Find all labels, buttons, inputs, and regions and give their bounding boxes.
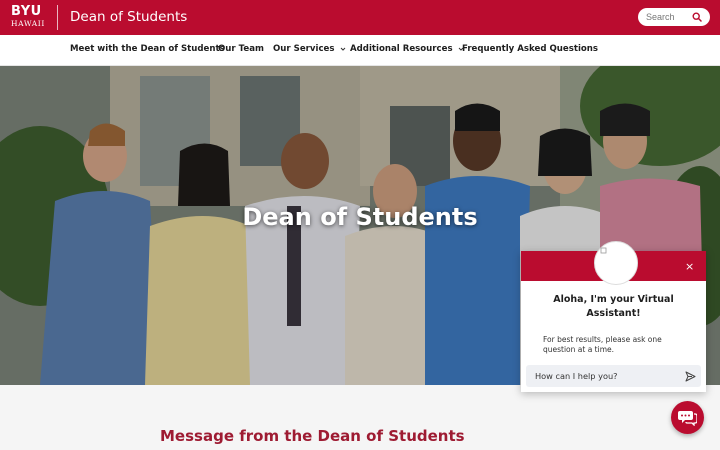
hero-title: Dean of Students	[242, 203, 478, 231]
logo-line1: BYU	[11, 4, 42, 19]
site-title[interactable]: Dean of Students	[70, 9, 187, 25]
logo-line2: HAWAII	[11, 19, 45, 28]
search-input[interactable]	[646, 10, 690, 24]
chat-greeting: Aloha, I'm your Virtual Assistant!	[553, 294, 674, 319]
search-icon[interactable]	[692, 12, 702, 22]
nav-item-label: Meet with the Dean of Students	[70, 44, 225, 54]
nav-item-additional-resources[interactable]: Additional Resources	[350, 44, 464, 54]
nav-item-label: Our Team	[218, 44, 264, 54]
nav-item-label: Frequently Asked Questions	[462, 44, 599, 54]
chat-tip: For best results, please ask one questio…	[543, 335, 662, 354]
nav-item-our-team[interactable]: Our Team	[218, 44, 264, 54]
chat-input[interactable]	[535, 369, 675, 383]
send-icon[interactable]	[685, 371, 696, 382]
logo-divider	[57, 5, 58, 30]
chat-input-box[interactable]	[526, 365, 701, 387]
search-box[interactable]	[638, 8, 710, 26]
chat-bubbles-icon	[678, 411, 697, 426]
chevron-down-icon	[340, 47, 345, 51]
nav-item-label: Our Services	[273, 44, 335, 54]
chat-launcher-button[interactable]	[671, 401, 704, 434]
top-header: BYU HAWAII Dean of Students	[0, 0, 720, 35]
byu-hawaii-logo[interactable]: BYU HAWAII	[11, 5, 51, 31]
nav-item-our-services[interactable]: Our Services	[273, 44, 346, 54]
nav-item-faq[interactable]: Frequently Asked Questions	[462, 44, 598, 54]
nav-item-meet-dean[interactable]: Meet with the Dean of Students	[70, 44, 225, 54]
nav-item-label: Additional Resources	[350, 44, 453, 54]
virtual-assistant-panel: × Aloha, I'm your Virtual Assistant! For…	[521, 241, 706, 392]
main-nav: Meet with the Dean of Students Our Team …	[0, 35, 720, 66]
chat-close-button[interactable]: ×	[685, 260, 694, 273]
assistant-avatar	[594, 241, 638, 285]
broken-image-icon	[600, 247, 607, 254]
content-section: Message from the Dean of Students	[0, 385, 720, 450]
section-title: Message from the Dean of Students	[160, 427, 465, 445]
